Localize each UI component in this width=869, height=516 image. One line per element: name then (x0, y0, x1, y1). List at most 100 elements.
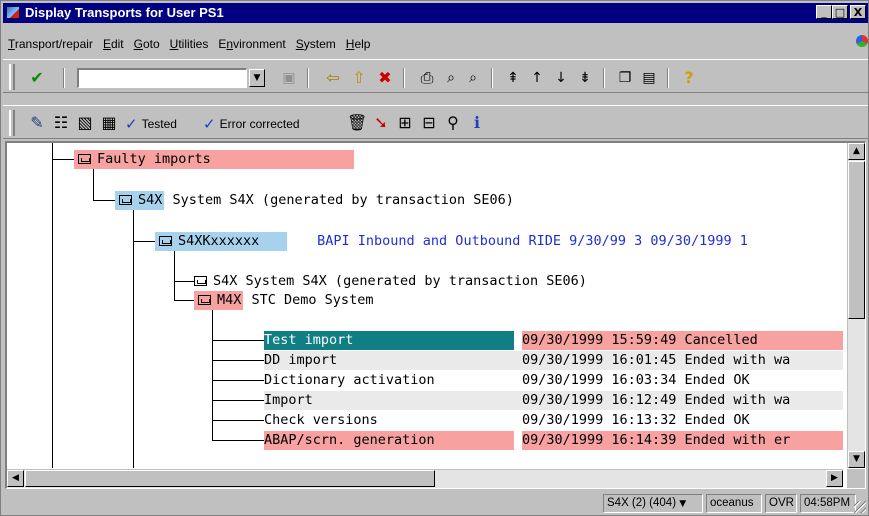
print-icon[interactable]: ⎙ (417, 68, 437, 88)
transport-tree-panel: Faulty imports S4X System S4X (generated… (5, 141, 866, 489)
error-corrected-button[interactable]: ✓ Error corrected (203, 115, 300, 133)
tree-node-faulty-imports[interactable]: Faulty imports (74, 150, 354, 169)
next-page-icon[interactable]: ↓ (551, 68, 571, 88)
command-input[interactable] (79, 70, 246, 87)
tree-connector (212, 420, 264, 421)
command-dropdown-button[interactable]: ▼ (249, 69, 265, 87)
tree-connector (133, 210, 134, 468)
application-toolbar: ✎ ☷ ▧ ▦ ✓ Tested ✓ Error corrected 🗑 ➘ ⊞… (3, 105, 868, 139)
folder-closed-icon[interactable] (194, 276, 207, 286)
step-row-dictionary-activation[interactable]: Dictionary activation 09/30/1999 16:03:3… (264, 371, 843, 390)
title-bar[interactable]: Display Transports for User PS1 _ □ X (3, 3, 868, 23)
standard-toolbar: ✔ ▼ ▣ ⇦ ⇧ ✖ ⎙ ⌕ ⌕ ⇞ ↑ ↓ ⇟ ❐ ▤ ? (3, 59, 868, 93)
horizontal-scrollbar[interactable]: ◀ ▶ (7, 469, 843, 488)
step-row-test-import[interactable]: Test import 09/30/1999 15:59:49 Cancelle… (264, 331, 843, 350)
error-corrected-label: Error corrected (219, 117, 300, 131)
horizontal-scroll-thumb[interactable] (25, 470, 435, 487)
system-description: System S4X (generated by transaction SE0… (172, 192, 514, 208)
last-page-icon[interactable]: ⇟ (575, 68, 595, 88)
log-icon[interactable]: ▧ (75, 113, 95, 133)
scroll-down-button[interactable]: ▼ (848, 451, 865, 468)
close-button[interactable]: X (850, 5, 866, 19)
request-highlight: S4XKxxxxxx (155, 232, 287, 251)
command-field[interactable] (77, 68, 247, 88)
search-icon[interactable]: ⚲ (443, 113, 463, 133)
shortcut-icon[interactable]: ▤ (639, 68, 659, 88)
window-controls: _ □ X (816, 5, 866, 21)
tested-label: Tested (141, 117, 177, 131)
tree-connector (174, 300, 194, 301)
checkmark-icon[interactable]: ✔ (27, 68, 47, 88)
toolbar-grip[interactable] (9, 110, 15, 136)
toolbar-grip[interactable] (9, 64, 15, 90)
find-next-icon[interactable]: ⌕ (463, 68, 483, 88)
legend-icon[interactable]: ℹ (467, 113, 487, 133)
tree-node-sub-system-s4x[interactable]: S4X System S4X (generated by transaction… (194, 272, 587, 291)
tested-button[interactable]: ✓ Tested (125, 115, 177, 133)
help-icon[interactable]: ? (679, 68, 699, 88)
menu-transport-repair[interactable]: Transport/repair (3, 35, 98, 53)
menu-help[interactable]: Help (341, 35, 376, 53)
session-label: S4X (2) (404) (607, 497, 677, 509)
back-icon[interactable]: ⇦ (323, 68, 343, 88)
find-icon[interactable]: ⌕ (441, 68, 461, 88)
tree-node-request[interactable]: S4XKxxxxxx BAPI Inbound and Outbound RID… (155, 232, 748, 251)
folder-open-icon[interactable] (78, 154, 91, 164)
hierarchy-icon[interactable]: ☷ (51, 113, 71, 133)
insert-mode[interactable]: OVR (765, 494, 797, 513)
step-row-abap-generation[interactable]: ABAP/scrn. generation 09/30/1999 16:14:3… (264, 431, 843, 450)
menu-edit[interactable]: Edit (98, 35, 129, 53)
folder-open-icon[interactable] (198, 295, 211, 305)
create-session-icon[interactable]: ❐ (615, 68, 635, 88)
step-row-check-versions[interactable]: Check versions 09/30/1999 16:13:32 Ended… (264, 411, 843, 430)
scroll-up-button[interactable]: ▲ (848, 143, 865, 160)
vertical-scrollbar[interactable]: ▲ ▼ (847, 143, 865, 468)
transport-tree: Faulty imports S4X System S4X (generated… (7, 143, 843, 468)
tree-node-m4x[interactable]: M4X STC Demo System (194, 291, 373, 310)
tree-connector (93, 200, 115, 201)
expand-icon[interactable]: ⊞ (395, 113, 415, 133)
window-title: Display Transports for User PS1 (25, 5, 224, 20)
cancel-icon[interactable]: ✖ (375, 68, 395, 88)
select-icon[interactable]: ➘ (371, 113, 391, 133)
step-name: DD import (264, 352, 338, 368)
status-bar: S4X (2) (404) ▼ oceanus OVR 04:58PM (3, 491, 868, 515)
menu-goto[interactable]: Goto (129, 35, 165, 53)
exit-icon[interactable]: ⇧ (349, 68, 369, 88)
session-info[interactable]: S4X (2) (404) ▼ (603, 494, 703, 513)
scroll-right-button[interactable]: ▶ (826, 470, 843, 487)
step-row-dd-import[interactable]: DD import 09/30/1999 16:01:45 Ended with… (264, 351, 843, 370)
menu-system[interactable]: System (291, 35, 341, 53)
menu-environment[interactable]: Environment (213, 35, 290, 53)
session-dropdown-icon[interactable]: ▼ (679, 499, 686, 509)
resize-grip-icon[interactable] (854, 501, 866, 513)
tree-connector (52, 143, 53, 468)
tree-connector (133, 241, 155, 242)
toolbar-separator (63, 68, 65, 88)
delete-icon[interactable]: 🗑 (347, 113, 367, 133)
edit-icon[interactable]: ✎ (27, 113, 47, 133)
step-row-import[interactable]: Import 09/30/1999 16:12:49 Ended with wa (264, 391, 843, 410)
tree-node-system-s4x[interactable]: S4X System S4X (generated by transaction… (115, 191, 514, 210)
sap-app-icon[interactable] (6, 6, 20, 19)
menu-utilities[interactable]: Utilities (165, 35, 214, 53)
first-page-icon[interactable]: ⇞ (503, 68, 523, 88)
collapse-icon[interactable]: ⊟ (419, 113, 439, 133)
grid-icon[interactable]: ▦ (99, 113, 119, 133)
previous-page-icon[interactable]: ↑ (527, 68, 547, 88)
folder-open-icon[interactable] (159, 236, 172, 246)
scroll-left-button[interactable]: ◀ (7, 470, 24, 487)
toolbar-separator (667, 68, 669, 88)
tree-connector (212, 440, 264, 441)
vertical-scroll-thumb[interactable] (848, 161, 865, 319)
folder-open-icon[interactable] (119, 195, 132, 205)
minimize-button[interactable]: _ (816, 5, 832, 19)
toolbar-separator (307, 68, 309, 88)
step-status: 09/30/1999 15:59:49 Cancelled (522, 331, 843, 350)
request-description: BAPI Inbound and Outbound RIDE 9/30/99 3… (317, 233, 748, 249)
save-icon[interactable]: ▣ (279, 68, 299, 88)
system-highlight: S4X (115, 191, 165, 210)
tree-connector (52, 159, 74, 160)
restore-button[interactable]: □ (832, 5, 848, 19)
target-description: STC Demo System (251, 292, 374, 308)
